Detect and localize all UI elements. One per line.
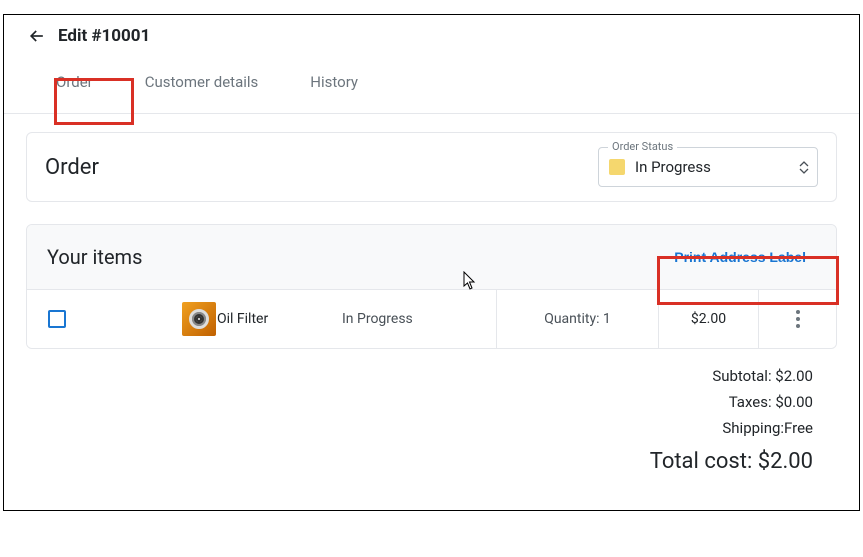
taxes-line: Taxes: $0.00 bbox=[729, 393, 813, 411]
table-row: Oil Filter In Progress Quantity: 1 $2.00 bbox=[27, 290, 836, 348]
order-status-legend: Order Status bbox=[608, 140, 677, 153]
main-area: Order Order Status In Progress Your item… bbox=[4, 114, 859, 474]
page-title: Edit #10001 bbox=[58, 26, 150, 46]
kebab-dot-icon bbox=[796, 324, 800, 328]
shipping-line: Shipping:Free bbox=[722, 419, 813, 437]
kebab-dot-icon bbox=[796, 317, 800, 321]
total-cost-line: Total cost: $2.00 bbox=[650, 449, 813, 474]
order-heading: Order bbox=[45, 155, 99, 180]
row-checkbox[interactable] bbox=[48, 310, 66, 328]
subtotal-line: Subtotal: $2.00 bbox=[712, 367, 813, 385]
order-card: Order Order Status In Progress bbox=[26, 132, 837, 202]
status-color-swatch bbox=[609, 159, 625, 175]
header-row: Edit #10001 bbox=[4, 15, 859, 53]
print-address-label-button[interactable]: Print Address Label bbox=[664, 243, 816, 271]
kebab-dot-icon bbox=[796, 310, 800, 314]
app-frame: Edit #10001 Order Customer details Histo… bbox=[3, 14, 860, 511]
item-status: In Progress bbox=[342, 290, 497, 348]
items-header: Your items Print Address Label bbox=[27, 225, 836, 290]
oil-filter-icon bbox=[189, 309, 209, 329]
tab-order[interactable]: Order bbox=[54, 69, 95, 95]
arrow-left-icon bbox=[27, 26, 47, 46]
row-actions-button[interactable] bbox=[790, 304, 806, 334]
items-title: Your items bbox=[47, 245, 142, 269]
product-name: Oil Filter bbox=[217, 311, 268, 327]
order-status-select[interactable]: In Progress bbox=[598, 147, 818, 187]
back-arrow-button[interactable] bbox=[26, 25, 48, 47]
item-quantity: Quantity: 1 bbox=[497, 290, 659, 348]
item-price: $2.00 bbox=[659, 290, 759, 348]
product-thumbnail bbox=[182, 302, 216, 336]
order-status-value: In Progress bbox=[635, 158, 789, 176]
tab-history[interactable]: History bbox=[308, 69, 360, 95]
tab-customer-details[interactable]: Customer details bbox=[143, 69, 261, 95]
select-stepper-icon bbox=[799, 161, 809, 174]
tabs: Order Customer details History bbox=[4, 53, 859, 114]
totals-block: Subtotal: $2.00 Taxes: $0.00 Shipping:Fr… bbox=[26, 349, 837, 474]
order-status-select-wrap: Order Status In Progress bbox=[598, 147, 818, 187]
items-card: Your items Print Address Label Oil Filte… bbox=[26, 224, 837, 349]
